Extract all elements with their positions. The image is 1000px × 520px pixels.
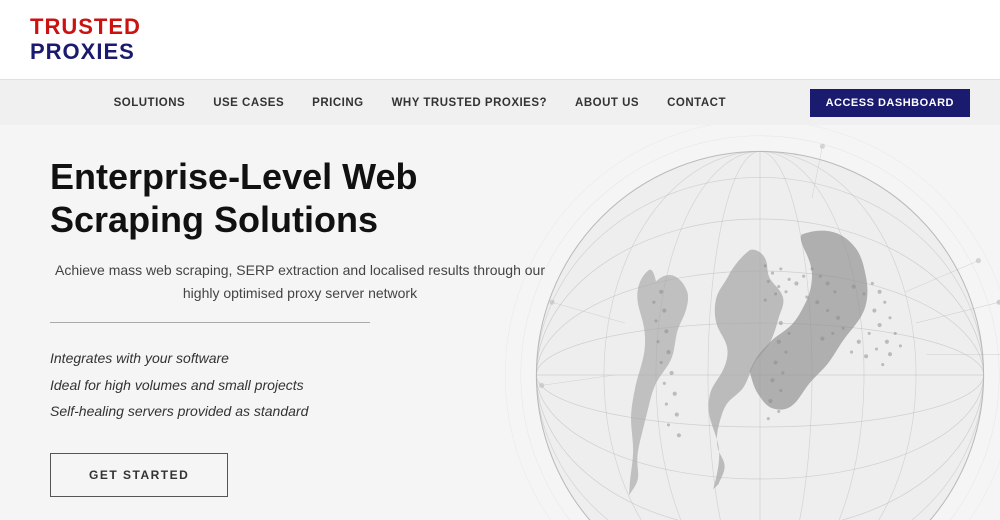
logo: TRUSTED PROXIES — [30, 15, 141, 63]
navbar: SOLUTIONS USE CASES PRICING WHY TRUSTED … — [0, 80, 1000, 125]
feature-1: Integrates with your software — [50, 345, 550, 372]
hero-subtitle: Achieve mass web scraping, SERP extracti… — [50, 259, 550, 304]
feature-2: Ideal for high volumes and small project… — [50, 372, 550, 399]
logo-line1: TRUSTED — [30, 15, 141, 39]
hero-divider — [50, 322, 370, 323]
hero-section: Enterprise-Level Web Scraping Solutions … — [0, 125, 1000, 520]
nav-about[interactable]: ABOUT US — [563, 97, 651, 109]
hero-title: Enterprise-Level Web Scraping Solutions — [50, 155, 530, 241]
globe-graphic — [500, 125, 1000, 520]
nav-solutions[interactable]: SOLUTIONS — [102, 97, 198, 109]
logo-line2: PROXIES — [30, 40, 141, 64]
nav-why[interactable]: WHY TRUSTED PROXIES? — [380, 97, 559, 109]
access-dashboard-button[interactable]: ACCESS DASHBOARD — [810, 89, 970, 117]
feature-3: Self-healing servers provided as standar… — [50, 398, 550, 425]
hero-content: Enterprise-Level Web Scraping Solutions … — [50, 155, 550, 497]
nav-use-cases[interactable]: USE CASES — [201, 97, 296, 109]
header: TRUSTED PROXIES — [0, 0, 1000, 80]
get-started-button[interactable]: GET STARTED — [50, 453, 228, 497]
nav-contact[interactable]: CONTACT — [655, 97, 738, 109]
hero-features: Integrates with your software Ideal for … — [50, 345, 550, 425]
nav-pricing[interactable]: PRICING — [300, 97, 375, 109]
nav-links: SOLUTIONS USE CASES PRICING WHY TRUSTED … — [30, 97, 810, 109]
